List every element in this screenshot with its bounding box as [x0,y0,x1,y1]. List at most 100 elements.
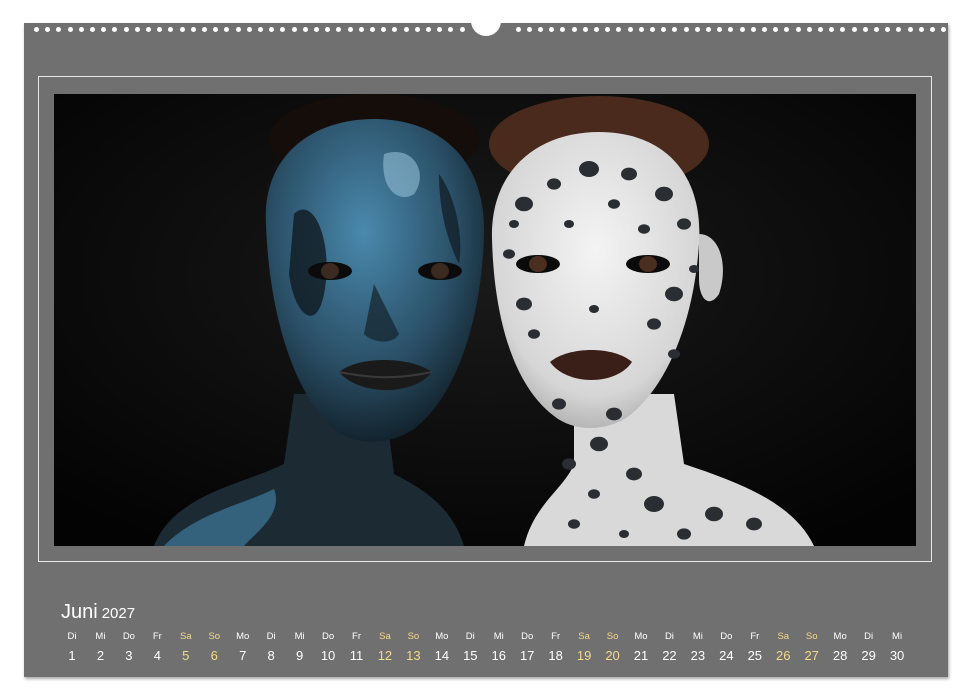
day-name: Mo [236,631,250,642]
day-name: So [606,631,619,642]
binding-hole [381,27,387,32]
paint-spot [621,167,637,181]
day-number: 4 [153,648,161,663]
binding-hole [829,27,835,32]
day-name: Fr [551,631,561,642]
binding-hole [594,27,599,32]
month-title: Juni 2027 [61,601,135,624]
day-number: 11 [349,648,364,663]
binding-hole [818,27,823,32]
binding-hole [661,27,667,32]
binding-hole [314,27,319,32]
day-name: Fr [152,631,162,642]
binding-hole [907,27,913,32]
binding-hole [370,27,375,32]
day-name: Di [664,631,674,642]
binding-hole [426,27,431,32]
paint-spot [677,218,691,230]
day-number: 10 [320,648,336,663]
day-number: 5 [182,648,190,663]
binding-hole [235,27,241,32]
binding-hole [291,27,297,32]
paint-spot [564,220,574,228]
binding-hole [683,27,689,32]
day-name: Di [67,631,77,642]
day-number: 6 [210,648,218,663]
binding-hole [112,27,118,32]
day-name: Do [122,631,135,642]
paint-spot [689,265,699,273]
binding-hole [134,27,140,32]
paint-spot [644,496,664,512]
paint-spot [579,161,599,177]
day-number: 20 [605,648,620,663]
day-name: Do [321,631,335,642]
binding-hole [627,27,633,32]
binding-hole [672,27,678,32]
binding-hole [571,27,577,32]
binding-hole [862,27,868,32]
day-number: 27 [804,648,819,663]
paint-spot [626,467,642,481]
day-number: 14 [434,648,450,663]
binding-hole [347,27,353,32]
paint-spot [606,407,622,421]
binding-hole [90,27,95,32]
paint-spot [509,220,519,228]
paint-spot [589,305,599,313]
day-name: Do [521,631,534,642]
paint-spot [562,458,576,470]
binding-hole [874,27,879,32]
paint-spot [552,398,566,410]
binding-hole [358,27,364,32]
binding-hole [739,27,745,32]
binding-hole [706,27,711,32]
binding-hole [638,27,644,32]
paint-spot [619,530,629,538]
binding-hole [302,27,308,32]
paint-spot [647,318,661,330]
day-name: Sa [179,631,192,642]
paint-spot [588,489,600,499]
day-name: So [805,631,818,642]
binding-hole [224,27,230,32]
day-name: Sa [379,631,391,642]
binding-hole [403,27,409,32]
day-name: Di [465,631,475,642]
calendar-photo [54,94,916,546]
portrait-illustration [54,94,916,546]
binding-hole [437,27,443,32]
binding-hole [795,27,801,32]
paint-spot [590,436,608,452]
binding-hole [582,27,588,32]
binding-hole [930,27,935,32]
binding-hole [515,27,521,32]
day-number: 26 [776,648,791,663]
day-number: 17 [519,648,535,663]
day-name: Mo [833,631,847,642]
binding-hole [896,27,902,32]
day-number: 23 [690,648,706,663]
paint-spot [668,349,680,359]
binding-hole [560,27,566,32]
day-number: 15 [463,648,478,663]
binding-hole [157,27,163,32]
binding-hole [258,27,263,32]
binding-hole [123,27,129,32]
paint-spot [665,286,683,302]
paint-spot [638,224,650,234]
binding-hole [650,27,655,32]
binding-hole [325,27,331,32]
binding-hole [773,27,779,32]
paint-spot [516,297,532,311]
day-number: 8 [267,648,275,663]
binding-hole [538,27,543,32]
binding-hole [190,27,196,32]
day-name: Fr [352,631,361,642]
paint-spot [677,528,691,540]
month-label: Juni [61,601,98,623]
binding-hole [840,27,846,32]
day-name: So [407,631,420,642]
day-name: Mo [634,631,648,642]
binding-hole [784,27,790,32]
